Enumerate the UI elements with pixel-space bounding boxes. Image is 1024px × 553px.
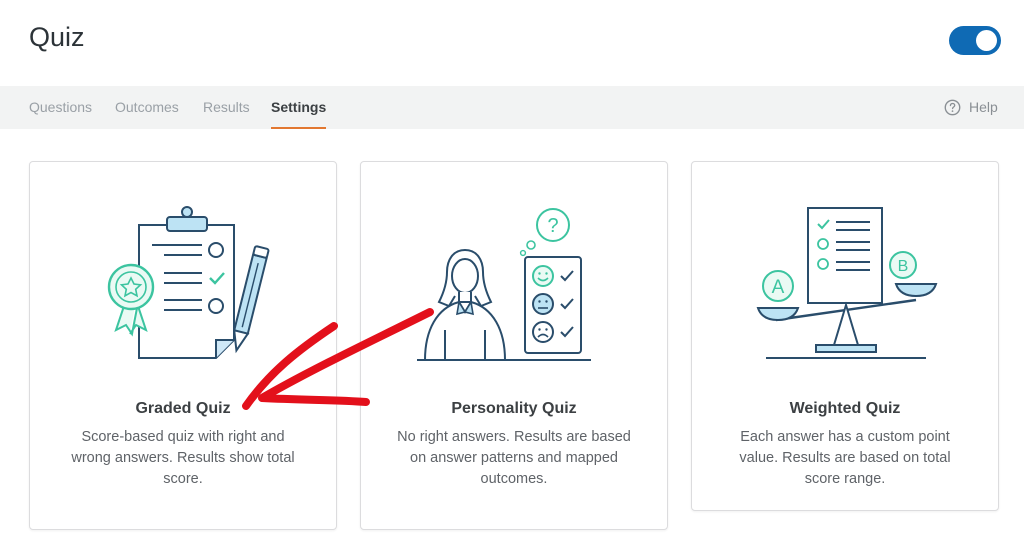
svg-text:B: B	[898, 258, 909, 275]
card-description: No right answers. Results are based on a…	[397, 429, 631, 487]
card-title: Personality Quiz	[451, 400, 577, 417]
person-emotions-icon: ?	[417, 208, 591, 361]
weighted-quiz-card[interactable]: A B Weighted Quiz Each answer has a cust…	[691, 161, 999, 511]
graded-quiz-card[interactable]: Graded Quiz Score-based quiz with right …	[29, 161, 337, 530]
balance-scale-icon: A B	[756, 207, 938, 359]
card-title: Weighted Quiz	[789, 400, 901, 417]
svg-text:?: ?	[547, 215, 558, 237]
card-description: Each answer has a custom point value. Re…	[739, 429, 951, 487]
personality-quiz-card[interactable]: ? Personality Quiz No right answers. Res…	[360, 161, 668, 530]
card-description: Score-based quiz with right and wrong an…	[71, 429, 295, 487]
svg-text:A: A	[772, 277, 785, 298]
quiz-type-cards: Graded Quiz Score-based quiz with right …	[0, 0, 1024, 553]
card-title: Graded Quiz	[135, 400, 231, 417]
clipboard-checklist-icon	[107, 206, 270, 359]
